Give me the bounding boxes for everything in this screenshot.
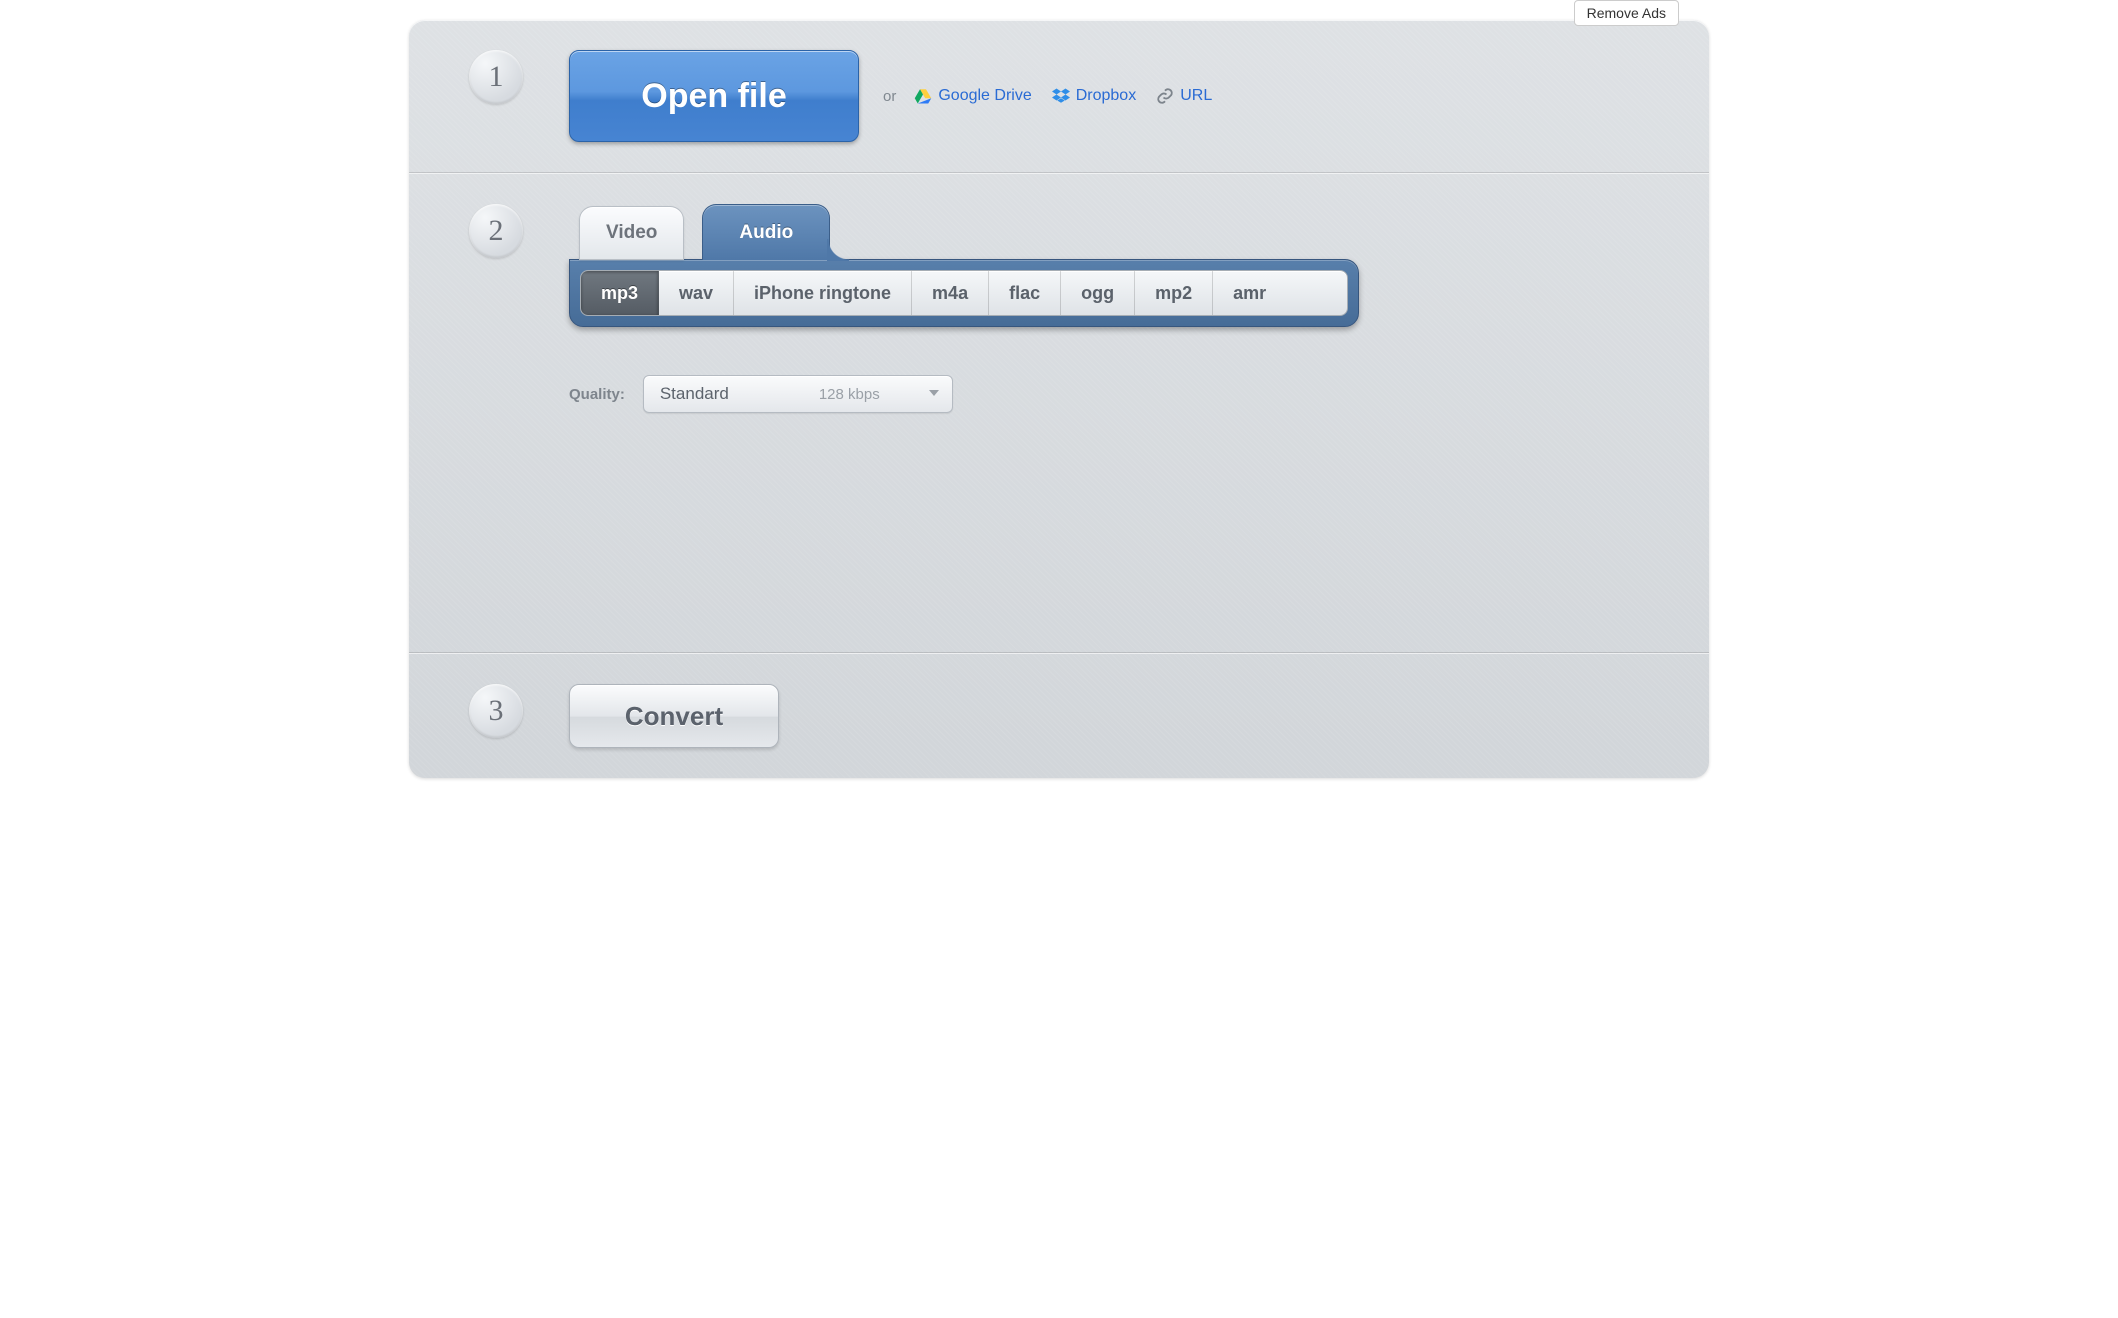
format-bar: mp3 wav iPhone ringtone m4a flac ogg mp2…: [569, 259, 1359, 327]
format-wav[interactable]: wav: [659, 271, 734, 315]
format-mp3[interactable]: mp3: [581, 271, 659, 315]
format-list: mp3 wav iPhone ringtone m4a flac ogg mp2…: [580, 270, 1348, 316]
converter-panel: 1 Open file or Google Drive: [409, 20, 1709, 778]
link-icon: [1156, 87, 1174, 105]
quality-bitrate: 128 kbps: [819, 386, 880, 403]
dropbox-link[interactable]: Dropbox: [1052, 87, 1136, 105]
step-number-2: 2: [469, 204, 523, 258]
format-iphone-ringtone[interactable]: iPhone ringtone: [734, 271, 912, 315]
dropbox-icon: [1052, 87, 1070, 105]
or-label: or: [883, 88, 896, 105]
open-file-button[interactable]: Open file: [569, 50, 859, 142]
step-1: 1 Open file or Google Drive: [409, 20, 1709, 173]
google-drive-link[interactable]: Google Drive: [914, 87, 1031, 105]
quality-name: Standard: [660, 384, 729, 404]
step-number-1: 1: [469, 50, 523, 104]
google-drive-label: Google Drive: [938, 87, 1031, 105]
remove-ads-button[interactable]: Remove Ads: [1574, 0, 1679, 26]
url-label: URL: [1180, 87, 1212, 105]
google-drive-icon: [914, 87, 932, 105]
format-type-tabs: Video Audio: [579, 204, 1669, 260]
step-2: 2 Video Audio mp3 wav iPhone ringtone m4…: [409, 173, 1709, 653]
convert-button[interactable]: Convert: [569, 684, 779, 748]
quality-label: Quality:: [569, 386, 625, 403]
tab-audio[interactable]: Audio: [702, 204, 830, 260]
format-ogg[interactable]: ogg: [1061, 271, 1135, 315]
format-m4a[interactable]: m4a: [912, 271, 989, 315]
chevron-down-icon: [928, 384, 940, 404]
dropbox-label: Dropbox: [1076, 87, 1136, 105]
format-mp2[interactable]: mp2: [1135, 271, 1213, 315]
format-amr[interactable]: amr: [1213, 271, 1286, 315]
step-3: 3 Convert: [409, 653, 1709, 778]
format-flac[interactable]: flac: [989, 271, 1061, 315]
tab-video[interactable]: Video: [579, 206, 684, 260]
quality-select[interactable]: Standard 128 kbps: [643, 375, 953, 413]
step-number-3: 3: [469, 684, 523, 738]
url-link[interactable]: URL: [1156, 87, 1212, 105]
